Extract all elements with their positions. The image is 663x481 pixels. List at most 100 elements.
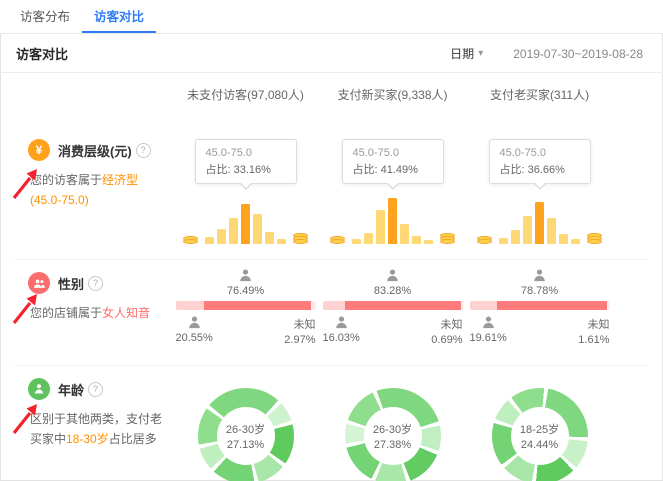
gender-description: 您的店铺属于女人知音 bbox=[30, 304, 166, 324]
consumption-histogram bbox=[352, 196, 433, 244]
gender-stacked-bar bbox=[176, 301, 316, 310]
female-percentage: 83.28% bbox=[374, 285, 411, 297]
age-chart-returning-buyers[interactable]: 18-25岁 24.44% bbox=[466, 366, 613, 481]
male-segment bbox=[323, 301, 345, 310]
coins-icon bbox=[293, 235, 308, 244]
male-person-icon bbox=[187, 315, 202, 330]
age-top-group-value: 27.38% bbox=[374, 439, 411, 451]
male-percentage: 19.61% bbox=[470, 332, 507, 344]
chevron-down-icon: ▾ bbox=[478, 48, 483, 59]
gender-label-cell: 性别 ? 您的店铺属于女人知音 bbox=[14, 260, 172, 365]
gender-chart-new-buyers[interactable]: 83.28% 16.03% 未知 0.69% bbox=[319, 260, 466, 365]
gender-row: 性别 ? 您的店铺属于女人知音 76.49% bbox=[14, 259, 649, 365]
consumption-description: 您的访客属于经济型(45.0-75.0) bbox=[30, 171, 152, 211]
unknown-percentage: 0.69% bbox=[431, 334, 462, 346]
date-label: 日期 bbox=[450, 45, 474, 62]
tooltip-range: 45.0-75.0 bbox=[353, 145, 433, 162]
unknown-segment bbox=[461, 301, 462, 310]
age-highlight-text: 18-30岁 bbox=[66, 432, 109, 446]
tooltip-share: 占比: 33.16% bbox=[206, 162, 286, 179]
age-label-cell: 年龄 ? 区别于其他两类，支付老买家中18-30岁占比居多 bbox=[14, 366, 172, 481]
female-segment bbox=[497, 301, 607, 310]
column-header-returning-buyers: 支付老买家(311人) bbox=[466, 86, 613, 103]
unknown-segment bbox=[607, 301, 609, 310]
female-percentage: 76.49% bbox=[227, 285, 264, 297]
age-top-group-label: 18-25岁 bbox=[520, 421, 559, 437]
consumption-level-row: ¥ 消费层级(元) ? 您的访客属于经济型(45.0-75.0) 45.0-75… bbox=[14, 113, 649, 259]
consumption-chart-returning-buyers[interactable]: 45.0-75.0 占比: 36.66% bbox=[466, 113, 613, 259]
consumption-histogram bbox=[205, 196, 286, 244]
column-headers: 未支付访客(97,080人) 支付新买家(9,338人) 支付老买家(311人) bbox=[14, 73, 649, 113]
chart-tooltip: 45.0-75.0 占比: 33.16% bbox=[195, 139, 297, 184]
age-chart-unpaid[interactable]: 26-30岁 27.13% bbox=[172, 366, 319, 481]
tabbar: 访客分布 访客对比 bbox=[0, 0, 663, 34]
content: 未支付访客(97,080人) 支付新买家(9,338人) 支付老买家(311人)… bbox=[0, 73, 663, 481]
coins-icon bbox=[330, 238, 345, 244]
page-title: 访客对比 bbox=[16, 44, 68, 63]
consumption-level-icon: ¥ bbox=[28, 139, 50, 161]
date-range[interactable]: 2019-07-30~2019-08-28 bbox=[513, 47, 643, 61]
card-header: 访客对比 日期 ▾ 2019-07-30~2019-08-28 bbox=[0, 34, 663, 73]
unknown-percentage: 1.61% bbox=[578, 334, 609, 346]
consumption-label-cell: ¥ 消费层级(元) ? 您的访客属于经济型(45.0-75.0) bbox=[14, 113, 172, 259]
female-segment bbox=[345, 301, 461, 310]
female-person-icon bbox=[238, 268, 253, 283]
column-header-new-buyers: 支付新买家(9,338人) bbox=[319, 86, 466, 103]
unknown-label: 未知 bbox=[441, 316, 463, 332]
visitor-comparison-card: 访客对比 日期 ▾ 2019-07-30~2019-08-28 未支付访客(97… bbox=[0, 34, 663, 481]
tooltip-range: 45.0-75.0 bbox=[206, 145, 286, 162]
age-donut-chart: 26-30岁 27.13% bbox=[198, 388, 294, 481]
male-percentage: 20.55% bbox=[176, 332, 213, 344]
consumption-histogram bbox=[499, 196, 580, 244]
consumption-chart-unpaid[interactable]: 45.0-75.0 占比: 33.16% bbox=[172, 113, 319, 259]
female-percentage: 78.78% bbox=[521, 285, 558, 297]
header-right: 日期 ▾ 2019-07-30~2019-08-28 bbox=[450, 45, 643, 62]
female-segment bbox=[204, 301, 311, 310]
age-top-group-label: 26-30岁 bbox=[226, 421, 265, 437]
age-row: 年龄 ? 区别于其他两类，支付老买家中18-30岁占比居多 26-30岁 27.… bbox=[14, 365, 649, 481]
date-select[interactable]: 日期 ▾ bbox=[450, 45, 483, 62]
age-top-group-label: 26-30岁 bbox=[373, 421, 412, 437]
gender-stacked-bar bbox=[323, 301, 463, 310]
tooltip-share: 占比: 41.49% bbox=[353, 162, 433, 179]
gender-highlight-text: 女人知音 bbox=[102, 306, 150, 320]
gender-title: 性别 bbox=[58, 274, 84, 293]
tooltip-range: 45.0-75.0 bbox=[500, 145, 580, 162]
female-person-icon bbox=[532, 268, 547, 283]
tab-visitor-comparison[interactable]: 访客对比 bbox=[82, 0, 156, 33]
male-person-icon bbox=[481, 315, 496, 330]
tab-visitor-distribution[interactable]: 访客分布 bbox=[8, 0, 82, 33]
age-chart-new-buyers[interactable]: 26-30岁 27.38% bbox=[319, 366, 466, 481]
column-header-unpaid-visitors: 未支付访客(97,080人) bbox=[172, 86, 319, 103]
male-segment bbox=[176, 301, 205, 310]
gender-chart-unpaid[interactable]: 76.49% 20.55% 未知 2.97% bbox=[172, 260, 319, 365]
help-icon[interactable]: ? bbox=[88, 276, 103, 291]
chart-tooltip: 45.0-75.0 占比: 41.49% bbox=[342, 139, 444, 184]
unknown-percentage: 2.97% bbox=[284, 334, 315, 346]
male-percentage: 16.03% bbox=[323, 332, 360, 344]
help-icon[interactable]: ? bbox=[88, 382, 103, 397]
age-top-group-value: 24.44% bbox=[521, 439, 558, 451]
consumption-chart-new-buyers[interactable]: 45.0-75.0 占比: 41.49% bbox=[319, 113, 466, 259]
coins-icon bbox=[477, 238, 492, 244]
tooltip-share: 占比: 36.66% bbox=[500, 162, 580, 179]
unknown-label: 未知 bbox=[588, 316, 610, 332]
age-title: 年龄 bbox=[58, 380, 84, 399]
female-person-icon bbox=[385, 268, 400, 283]
consumption-title: 消费层级(元) bbox=[58, 141, 132, 160]
help-icon[interactable]: ? bbox=[136, 143, 151, 158]
gender-icon bbox=[28, 272, 50, 294]
age-donut-chart: 26-30岁 27.38% bbox=[345, 388, 441, 481]
chart-tooltip: 45.0-75.0 占比: 36.66% bbox=[489, 139, 591, 184]
age-icon bbox=[28, 378, 50, 400]
people-icon bbox=[33, 277, 46, 290]
coins-icon bbox=[587, 235, 602, 244]
person-icon bbox=[33, 383, 45, 395]
gender-chart-returning-buyers[interactable]: 78.78% 19.61% 未知 1.61% bbox=[466, 260, 613, 365]
male-person-icon bbox=[334, 315, 349, 330]
coins-icon bbox=[183, 238, 198, 244]
unknown-label: 未知 bbox=[294, 316, 316, 332]
age-description: 区别于其他两类，支付老买家中18-30岁占比居多 bbox=[30, 410, 162, 450]
gender-stacked-bar bbox=[470, 301, 610, 310]
visitor-comparison-page: 访客分布 访客对比 访客对比 日期 ▾ 2019-07-30~2019-08-2… bbox=[0, 0, 663, 481]
